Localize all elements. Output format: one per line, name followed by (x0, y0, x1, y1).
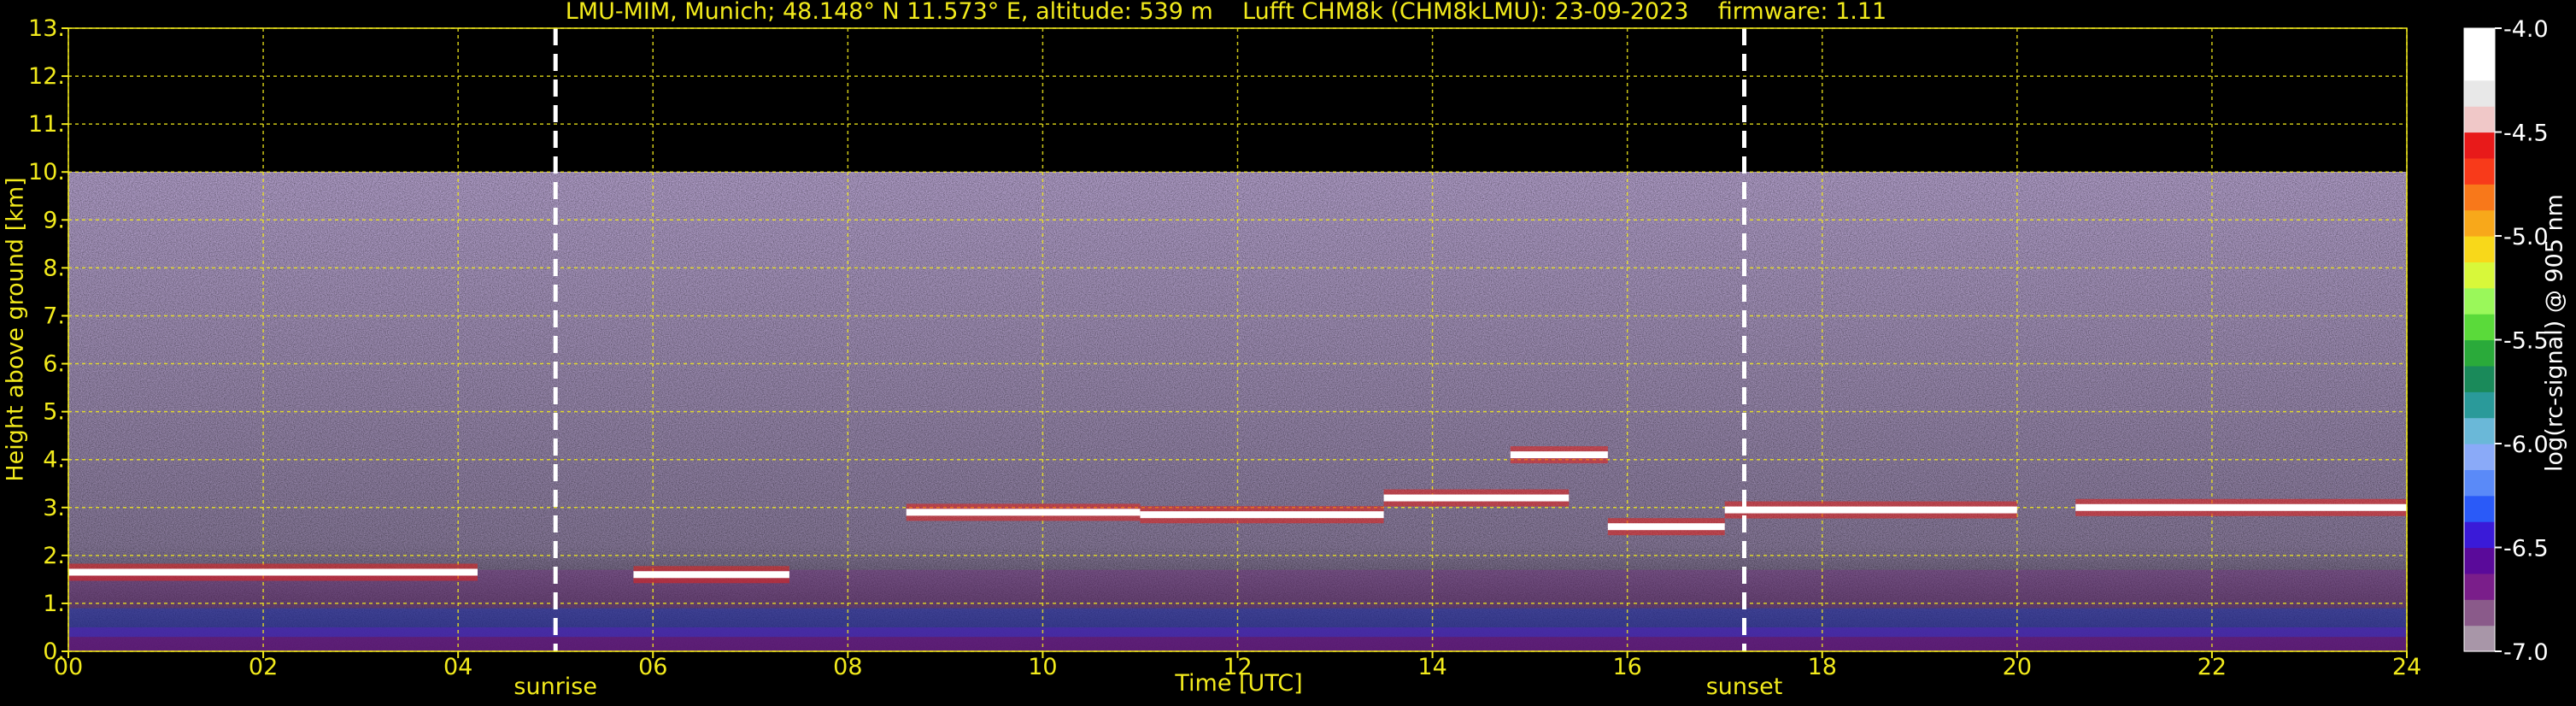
y-tick-label: 9. (43, 207, 65, 233)
colorbar-segment (2464, 157, 2495, 185)
cloud-layer (1140, 511, 1384, 519)
colorbar-segment (2464, 132, 2495, 159)
y-tick-label: 3. (43, 495, 65, 521)
colorbar-segment (2464, 521, 2495, 549)
colorbar-segment (2464, 495, 2495, 522)
cloud-layer (633, 571, 789, 579)
y-tick-label: 4. (43, 447, 65, 474)
y-tick-label: 12. (28, 63, 65, 90)
y-tick-label: 0. (43, 638, 65, 665)
y-tick-label: 6. (43, 351, 65, 378)
colorbar-segment (2464, 236, 2495, 262)
colorbar: -4.0-4.5-5.0-5.5-6.0-6.5-7.0 (2463, 16, 2549, 666)
x-tick-label: 06 (638, 654, 667, 680)
sunrise-label: sunrise (513, 674, 597, 700)
x-tick-label: 14 (1417, 654, 1446, 680)
x-tick-label: 20 (2003, 654, 2032, 680)
x-tick-label: 16 (1612, 654, 1641, 680)
x-tick-label: 04 (443, 654, 472, 680)
cloud-layer (906, 509, 1141, 516)
colorbar-segment (2464, 391, 2495, 419)
cloud-layer (1607, 523, 1725, 531)
x-tick-label: 08 (833, 654, 862, 680)
colorbar-segment (2464, 365, 2495, 392)
cloud-layer (1510, 451, 1608, 459)
colorbar-segment (2464, 262, 2495, 289)
colorbar-tick-label: -6.5 (2503, 536, 2549, 562)
colorbar-segment (2464, 599, 2495, 627)
colorbar-segment (2464, 417, 2495, 444)
colorbar-segment (2464, 314, 2495, 341)
x-axis-label: Time [UTC] (1175, 670, 1303, 697)
colorbar-segment (2464, 625, 2495, 652)
sunset-label: sunset (1706, 674, 1783, 700)
cloud-layer (2075, 503, 2407, 511)
ceilometer-chart: sunrise sunset 00 02 04 06 08 10 12 14 16 18 20 22 24… (28, 15, 2549, 700)
colorbar-segment (2464, 339, 2495, 367)
colorbar-segment (2464, 54, 2495, 81)
y-axis-label: Height above ground [km] (2, 177, 29, 482)
y-tick-label: 10. (28, 159, 65, 185)
x-tick-label: 02 (249, 654, 278, 680)
colorbar-label: log(rc-signal) @ 905 nm (2541, 194, 2568, 472)
cloud-layer (68, 568, 478, 576)
colorbar-segment (2464, 28, 2495, 55)
colorbar-tick-label: -7.0 (2503, 639, 2549, 666)
colorbar-segment (2464, 209, 2495, 237)
colorbar-segment (2464, 79, 2495, 107)
x-tick-label: 22 (2198, 654, 2227, 680)
colorbar-segment (2464, 573, 2495, 600)
x-tick-label: 10 (1028, 654, 1057, 680)
colorbar-segment (2464, 444, 2495, 470)
colorbar-segment (2464, 287, 2495, 315)
chart-title: LMU-MIM, Munich; 48.148° N 11.573° E, al… (565, 0, 1887, 25)
colorbar-tick-label: -4.0 (2503, 16, 2549, 43)
cloud-layer (1383, 494, 1570, 502)
y-tick-label: 11. (28, 111, 65, 138)
colorbar-segment (2464, 547, 2495, 574)
colorbar-tick-label: -4.5 (2503, 121, 2549, 147)
x-tick-label: 18 (1808, 654, 1837, 680)
colorbar-segment (2464, 184, 2495, 211)
x-tick-label: 24 (2392, 654, 2421, 680)
cloud-layer (1724, 506, 2017, 514)
y-tick-label: 1. (43, 591, 65, 617)
y-tick-label: 5. (43, 399, 65, 426)
y-tick-label: 7. (43, 303, 65, 329)
colorbar-segment (2464, 106, 2495, 133)
y-tick-label: 8. (43, 255, 65, 281)
y-tick-label: 2. (43, 543, 65, 569)
colorbar-segment (2464, 469, 2495, 497)
